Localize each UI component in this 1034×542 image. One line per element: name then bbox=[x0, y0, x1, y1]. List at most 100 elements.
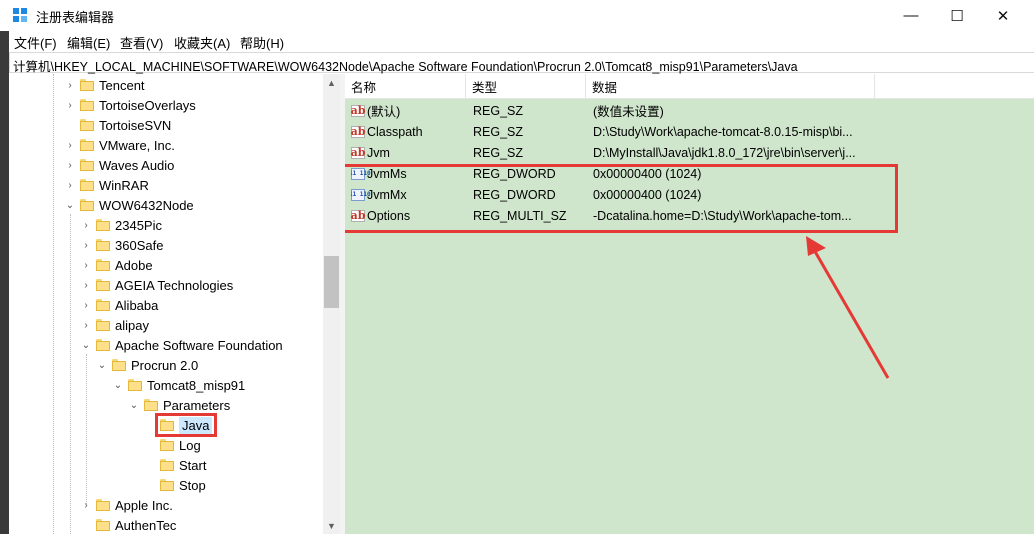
column-header-data[interactable]: 数据 bbox=[586, 74, 875, 98]
tree-item-label: Start bbox=[179, 457, 207, 473]
tree-item-apache[interactable]: ⌄ Apache Software Foundation bbox=[81, 335, 283, 355]
column-header-label: 类型 bbox=[472, 80, 498, 95]
tree-item-tencent[interactable]: › Tencent bbox=[65, 75, 144, 95]
chevron-right-icon[interactable]: › bbox=[81, 295, 91, 315]
menu-bar: 文件(F) 编辑(E) 查看(V) 收藏夹(A) 帮助(H) bbox=[0, 31, 1034, 51]
table-row[interactable]: ab (默认) REG_SZ (数值未设置) bbox=[345, 100, 1034, 121]
tree-item-label: Alibaba bbox=[115, 297, 159, 313]
column-header-type[interactable]: 类型 bbox=[466, 74, 586, 98]
tree-item-alipay[interactable]: › alipay bbox=[81, 315, 149, 335]
tree-expander bbox=[145, 455, 155, 475]
close-button[interactable]: ✕ bbox=[980, 0, 1026, 31]
folder-icon bbox=[144, 399, 158, 411]
tree-item-alibaba[interactable]: › Alibaba bbox=[81, 295, 158, 315]
jvm-options-highlight-box bbox=[345, 164, 898, 233]
table-row[interactable]: ab Classpath REG_SZ D:\Study\Work\apache-… bbox=[345, 121, 1034, 142]
tree-item-log[interactable]: Log bbox=[145, 435, 201, 455]
chevron-right-icon[interactable]: › bbox=[81, 315, 91, 335]
close-icon: ✕ bbox=[996, 7, 1010, 25]
chevron-down-icon[interactable]: ⌄ bbox=[97, 355, 107, 375]
chevron-right-icon[interactable]: › bbox=[81, 235, 91, 255]
tree-expander bbox=[145, 435, 155, 455]
tree-expander bbox=[81, 515, 91, 534]
chevron-right-icon[interactable]: › bbox=[81, 215, 91, 235]
tree-item-stop[interactable]: Stop bbox=[145, 475, 206, 495]
title-bar[interactable]: 注册表编辑器 — ☐ ✕ bbox=[0, 0, 1034, 31]
column-header-label: 数据 bbox=[592, 80, 618, 95]
chevron-right-icon[interactable]: › bbox=[65, 135, 75, 155]
maximize-button[interactable]: ☐ bbox=[934, 0, 980, 31]
tree-item-wow6432node[interactable]: ⌄ WOW6432Node bbox=[65, 195, 194, 215]
key-tree: › Tencent › TortoiseOverlays TortoiseSVN ›… bbox=[9, 74, 323, 534]
tree-expander bbox=[145, 475, 155, 495]
folder-icon bbox=[160, 479, 174, 491]
folder-icon bbox=[96, 339, 110, 351]
window-title: 注册表编辑器 bbox=[36, 10, 115, 25]
folder-icon bbox=[96, 219, 110, 231]
chevron-down-icon[interactable]: ⌄ bbox=[81, 335, 91, 355]
tree-item-360safe[interactable]: › 360Safe bbox=[81, 235, 163, 255]
chevron-right-icon[interactable]: › bbox=[81, 255, 91, 275]
tree-item-label: Parameters bbox=[163, 397, 231, 413]
tree-item-2345pic[interactable]: › 2345Pic bbox=[81, 215, 162, 235]
tree-item-label: Apache Software Foundation bbox=[115, 337, 283, 353]
tree-guide-line bbox=[86, 354, 87, 504]
chevron-right-icon[interactable]: › bbox=[65, 95, 75, 115]
chevron-right-icon[interactable]: › bbox=[65, 75, 75, 95]
tree-expander bbox=[145, 415, 155, 435]
chevron-down-icon[interactable]: ⌄ bbox=[129, 395, 139, 415]
scroll-down-icon[interactable]: ▼ bbox=[323, 517, 340, 534]
tree-item-label: Tomcat8_misp91 bbox=[147, 377, 246, 393]
string-value-icon: ab bbox=[351, 145, 366, 159]
tree-item-procrun[interactable]: ⌄ Procrun 2.0 bbox=[97, 355, 198, 375]
tree-item-label: 360Safe bbox=[115, 237, 164, 253]
background-console-edge bbox=[0, 31, 9, 542]
folder-icon bbox=[96, 279, 110, 291]
tree-item-start[interactable]: Start bbox=[145, 455, 206, 475]
tree-item-tortoisesvn[interactable]: TortoiseSVN bbox=[65, 115, 171, 135]
tree-expander bbox=[65, 115, 75, 135]
scroll-thumb[interactable] bbox=[324, 256, 339, 308]
chevron-down-icon[interactable]: ⌄ bbox=[113, 375, 123, 395]
tree-item-vmware[interactable]: › VMware, Inc. bbox=[65, 135, 175, 155]
menu-view[interactable]: 查看(V) bbox=[120, 33, 163, 52]
tree-item-apple[interactable]: › Apple Inc. bbox=[81, 495, 173, 515]
tree-item-parameters[interactable]: ⌄ Parameters bbox=[129, 395, 230, 415]
tree-item-adobe[interactable]: › Adobe bbox=[81, 255, 152, 275]
address-path[interactable]: 计算机\HKEY_LOCAL_MACHINE\SOFTWARE\WOW6432N… bbox=[13, 56, 798, 75]
column-header-label: 名称 bbox=[351, 80, 377, 95]
table-row[interactable]: ab Jvm REG_SZ D:\MyInstall\Java\jdk1.8.0_… bbox=[345, 142, 1034, 163]
value-name: (默认) bbox=[367, 105, 401, 119]
minimize-button[interactable]: — bbox=[888, 0, 934, 31]
tree-item-winrar[interactable]: › WinRAR bbox=[65, 175, 149, 195]
chevron-right-icon[interactable]: › bbox=[81, 495, 91, 515]
chevron-right-icon[interactable]: › bbox=[65, 175, 75, 195]
chevron-right-icon[interactable]: › bbox=[65, 155, 75, 175]
chevron-right-icon[interactable]: › bbox=[81, 275, 91, 295]
tree-scrollbar[interactable]: ▲ ▼ bbox=[323, 74, 340, 534]
chevron-down-icon[interactable]: ⌄ bbox=[65, 195, 75, 215]
scroll-up-icon[interactable]: ▲ bbox=[323, 74, 340, 91]
menu-file[interactable]: 文件(F) bbox=[14, 33, 57, 52]
folder-icon bbox=[96, 299, 110, 311]
tree-item-ageia[interactable]: › AGEIA Technologies bbox=[81, 275, 233, 295]
folder-icon bbox=[128, 379, 142, 391]
folder-icon bbox=[80, 79, 94, 91]
column-header-name[interactable]: 名称 bbox=[345, 74, 466, 98]
folder-icon bbox=[80, 199, 94, 211]
address-bar[interactable]: 计算机\HKEY_LOCAL_MACHINE\SOFTWARE\WOW6432N… bbox=[9, 52, 1034, 75]
value-data: D:\Study\Work\apache-tomcat-8.0.15-misp\… bbox=[593, 124, 853, 139]
tree-item-authentec[interactable]: AuthenTec bbox=[81, 515, 176, 534]
folder-icon bbox=[96, 239, 110, 251]
tree-item-label: Waves Audio bbox=[99, 157, 175, 173]
tree-item-label: Log bbox=[179, 437, 201, 453]
tree-item-tomcat8[interactable]: ⌄ Tomcat8_misp91 bbox=[113, 375, 245, 395]
menu-help[interactable]: 帮助(H) bbox=[240, 33, 284, 52]
tree-item-tortoiseoverlays[interactable]: › TortoiseOverlays bbox=[65, 95, 195, 115]
maximize-icon: ☐ bbox=[950, 7, 964, 25]
tree-item-label: WOW6432Node bbox=[99, 197, 194, 213]
tree-item-waves-audio[interactable]: › Waves Audio bbox=[65, 155, 174, 175]
tree-item-label: VMware, Inc. bbox=[99, 137, 175, 153]
menu-edit[interactable]: 编辑(E) bbox=[67, 33, 110, 52]
menu-favorites[interactable]: 收藏夹(A) bbox=[174, 33, 230, 52]
